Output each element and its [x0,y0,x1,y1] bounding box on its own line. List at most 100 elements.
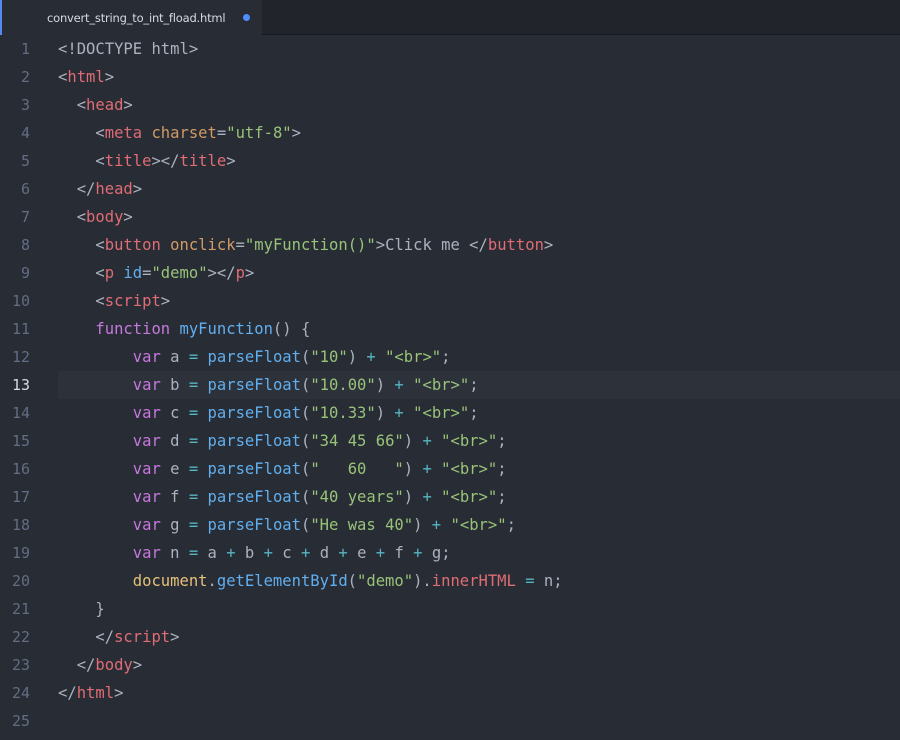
code-token: "myFunction()" [244,235,376,254]
code-line[interactable]: 5 <title></title> [0,147,900,175]
code-token: parseFloat [207,487,301,506]
code-line[interactable]: 16 var e = parseFloat(" 60 ") + "<br>"; [0,455,900,483]
code-text-wrap: function myFunction() { [58,315,900,343]
code-token: + [422,431,432,450]
code-line[interactable]: 11 function myFunction() { [0,315,900,343]
line-number: 2 [20,68,30,86]
line-number: 21 [11,600,30,618]
line-number: 1 [20,40,30,58]
code-token: var [132,347,161,366]
code-line[interactable]: 8 <button onclick="myFunction()">Click m… [0,231,900,259]
line-number: 7 [20,208,30,226]
code-line[interactable]: 23 </body> [0,651,900,679]
code-line[interactable]: 1 <!DOCTYPE html> [0,35,900,63]
code-text-wrap: var d = parseFloat("34 45 66") + "<br>"; [58,427,900,455]
code-token: ) [413,515,432,534]
code-line[interactable]: 21 } [0,595,900,623]
code-line[interactable]: 3 <head> [0,91,900,119]
code-text-wrap: var a = parseFloat("10") + "<br>"; [58,343,900,371]
code-token: <!DOCTYPE html> [58,39,199,58]
code-line[interactable]: 10 <script> [0,287,900,315]
code-text-wrap: <title></title> [58,147,900,175]
code-line[interactable]: 24 </html> [0,679,900,707]
code-line[interactable]: 22 </script> [0,623,900,651]
code-line[interactable]: 17 var f = parseFloat("40 years") + "<br… [0,483,900,511]
code-line[interactable]: 2 <html> [0,63,900,91]
code-token: "<br>" [441,431,498,450]
code-token: = [142,263,152,282]
code-token: + [422,459,432,478]
code-line[interactable]: 12 var a = parseFloat("10") + "<br>"; [0,343,900,371]
code-token: ( [347,571,358,590]
code-token: ; [497,487,507,506]
code-text: var f = parseFloat("40 years") + "<br>"; [58,483,507,511]
code-token: script [114,627,171,646]
code-token: "demo" [151,263,208,282]
code-token: = [235,235,245,254]
code-text-wrap: <html> [58,63,900,91]
code-line[interactable]: 6 </head> [0,175,900,203]
code-token: < [58,207,87,226]
code-line[interactable]: 13 var b = parseFloat("10.00") + "<br>"; [0,371,900,399]
code-token: ( [300,459,311,478]
code-line[interactable]: 18 var g = parseFloat("He was 40") + "<b… [0,511,900,539]
code-token: p [104,263,115,282]
code-line[interactable]: 14 var c = parseFloat("10.33") + "<br>"; [0,399,900,427]
code-text-wrap: </script> [58,623,900,651]
code-token: > [132,179,143,198]
code-token: < [58,95,87,114]
code-token: > [244,263,255,282]
code-text-wrap: </head> [58,175,900,203]
code-token: </ [58,179,96,198]
line-number: 3 [20,96,30,114]
code-token: f [160,487,189,506]
code-token: "<br>" [413,375,470,394]
code-token: "He was 40" [310,515,414,534]
code-line[interactable]: 7 <body> [0,203,900,231]
code-line[interactable]: 25 [0,707,900,735]
code-text: var n = a + b + c + d + e + f + g; [58,539,451,567]
code-token: < [58,151,105,170]
code-token: "40 years" [310,487,404,506]
code-token: + [301,543,311,562]
code-token: d [160,431,189,450]
code-token: = [188,347,199,366]
line-number: 4 [20,124,30,142]
code-line[interactable]: 9 <p id="demo"></p> [0,259,900,287]
code-line[interactable]: 19 var n = a + b + c + d + e + f + g; [0,539,900,567]
code-token: var [132,403,161,422]
code-text: </html> [58,679,123,707]
line-number: 17 [11,488,30,506]
code-text-wrap: var g = parseFloat("He was 40") + "<br>"… [58,511,900,539]
code-token: d [310,543,339,562]
code-token: ( [300,487,311,506]
tab-bar: convert_string_to_int_fload.html [0,0,900,35]
code-area[interactable]: 1 <!DOCTYPE html> 2 <html> 3 <head> 4 <meta c… [0,35,900,740]
tab-file[interactable]: convert_string_to_int_fload.html [0,0,262,35]
code-token: " 60 " [310,459,404,478]
code-line[interactable]: 4 <meta charset="utf-8"> [0,119,900,147]
code-token: b [235,543,264,562]
line-number: 14 [11,404,30,422]
code-token: parseFloat [207,459,301,478]
code-token: + [366,347,376,366]
code-token: body [86,207,124,226]
code-token: "demo" [357,571,414,590]
code-token: "<br>" [385,347,442,366]
code-token: > [160,291,171,310]
code-text: document.getElementById("demo").innerHTM… [58,567,563,595]
code-line[interactable]: 15 var d = parseFloat("34 45 66") + "<br… [0,427,900,455]
code-token: var [132,487,161,506]
code-token: function [95,319,171,338]
code-line[interactable]: 20 document.getElementById("demo").inner… [0,567,900,595]
code-token: g [160,515,189,534]
code-token: id [123,263,143,282]
